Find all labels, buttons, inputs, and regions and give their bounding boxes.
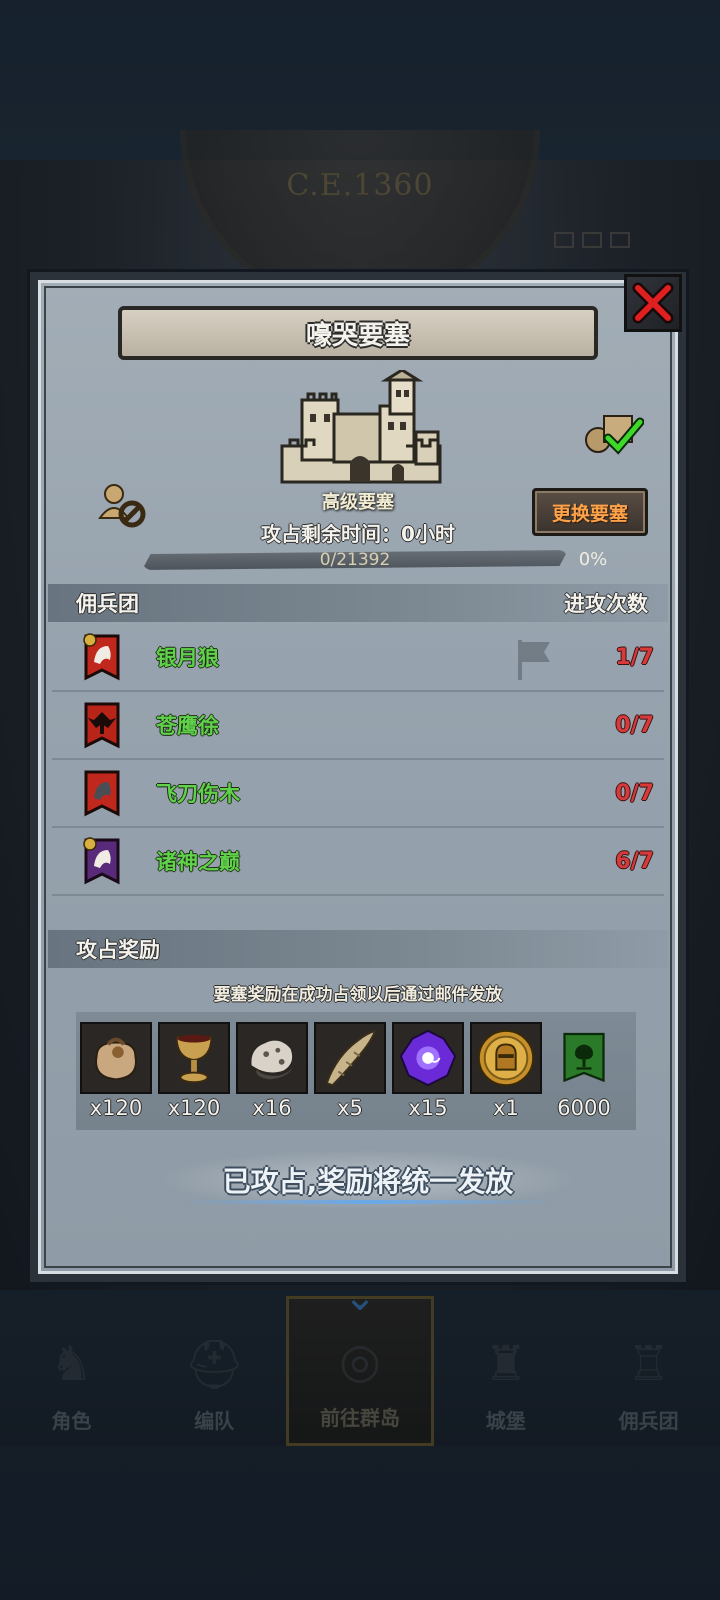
reward-quantity: x120 — [89, 1096, 143, 1120]
mercenary-row[interactable]: 苍鹰徐 0/7 — [52, 692, 664, 760]
occupied-message: 已攻占,奖励将统一发放 — [222, 1165, 514, 1198]
title-plate: 嚎哭要塞 — [118, 306, 598, 360]
horn-icon — [325, 1029, 377, 1087]
mercenary-name: 银月狼 — [156, 646, 219, 670]
purple-gem-icon — [399, 1029, 457, 1087]
reward-item[interactable]: x120 — [158, 1022, 230, 1120]
mercenary-list: 银月狼 1/7 苍鹰徐 0/7 飞刀伤木 0/7 诸神之巅 6/7 — [52, 624, 664, 896]
reward-list: x120 x120 x16 x5 x15 x1 6000 — [80, 1022, 640, 1120]
wolf-banner-icon — [83, 837, 120, 885]
fortress-icon — [280, 370, 442, 484]
mercenary-section-header: 佣兵团 进攻次数 — [48, 584, 668, 622]
guild-banner-icon — [563, 1032, 605, 1083]
mercenary-name: 苍鹰徐 — [156, 714, 219, 738]
sack-icon — [95, 1037, 137, 1081]
fortress-dialog: 嚎哭要塞 高级要塞 更换要塞 攻占剩余时间：0小时 0/21392 0% 佣兵团… — [30, 272, 686, 1282]
mercenary-row[interactable]: 飞刀伤木 0/7 — [52, 760, 664, 828]
attack-count: 6/7 — [615, 848, 654, 874]
reward-quantity: 6000 — [557, 1096, 611, 1120]
attack-count: 0/7 — [615, 712, 654, 738]
reward-item[interactable]: x5 — [314, 1022, 386, 1120]
reward-quantity: x15 — [408, 1096, 448, 1120]
reward-slot — [314, 1022, 386, 1094]
remaining-time-value: 0小时 — [401, 522, 455, 546]
reward-item[interactable]: 6000 — [548, 1022, 620, 1120]
reward-slot — [548, 1022, 620, 1094]
reward-item[interactable]: x1 — [470, 1022, 542, 1120]
flag-icon — [518, 640, 550, 680]
close-button[interactable] — [624, 274, 682, 332]
reward-slot — [470, 1022, 542, 1094]
progress-percent: 0% — [578, 549, 608, 570]
attack-count: 1/7 — [615, 644, 654, 670]
attack-count: 0/7 — [615, 780, 654, 806]
reward-header: 攻占奖励 — [76, 938, 160, 962]
reward-quantity: x120 — [167, 1096, 221, 1120]
mercenary-name: 诸神之巅 — [156, 850, 240, 874]
gold-medal-icon — [477, 1029, 535, 1087]
mercenary-row[interactable]: 银月狼 1/7 — [52, 624, 664, 692]
remaining-time: 攻占剩余时间：0小时 — [38, 518, 678, 547]
reward-item[interactable]: x15 — [392, 1022, 464, 1120]
reward-slot — [80, 1022, 152, 1094]
remaining-time-label: 攻占剩余时间： — [261, 522, 402, 546]
reward-slot — [392, 1022, 464, 1094]
reward-item[interactable]: x16 — [236, 1022, 308, 1120]
occupied-banner: 已攻占,奖励将统一发放 — [158, 1150, 578, 1210]
reward-slot — [158, 1022, 230, 1094]
reward-quantity: x5 — [337, 1096, 363, 1120]
reward-quantity: x16 — [252, 1096, 292, 1120]
ore-icon — [249, 1038, 296, 1080]
close-icon — [632, 282, 674, 324]
mercenary-row[interactable]: 诸神之巅 6/7 — [52, 828, 664, 896]
reward-section-header: 攻占奖励 — [48, 930, 668, 968]
eagle-banner-icon — [84, 702, 120, 749]
attack-count-header: 进攻次数 — [564, 592, 648, 616]
wolf-banner-icon — [84, 770, 120, 817]
dialog-title: 嚎哭要塞 — [305, 320, 410, 351]
mercenary-header: 佣兵团 — [76, 592, 139, 616]
goblet-icon — [175, 1034, 213, 1084]
supply-check-icon — [585, 415, 644, 455]
wolf-banner-icon — [83, 633, 120, 681]
reward-slot — [236, 1022, 308, 1094]
reward-quantity: x1 — [493, 1096, 519, 1120]
reward-item[interactable]: x120 — [80, 1022, 152, 1120]
progress-text: 0/21392 — [319, 550, 391, 570]
reward-note: 要塞奖励在成功占领以后通过邮件发放 — [213, 985, 503, 1005]
mercenary-name: 飞刀伤木 — [156, 782, 240, 806]
